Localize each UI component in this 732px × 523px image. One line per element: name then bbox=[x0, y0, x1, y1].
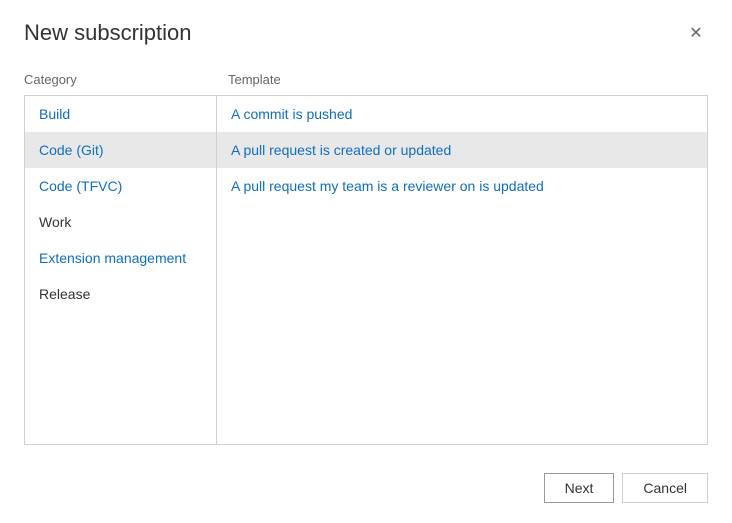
dialog-body: Category Template BuildCode (Git)Code (T… bbox=[0, 56, 732, 461]
category-column-header: Category bbox=[24, 72, 216, 87]
template-item-pull-request-created[interactable]: A pull request is created or updated bbox=[217, 132, 707, 168]
template-column-header: Template bbox=[228, 72, 708, 87]
category-item-extension-management[interactable]: Extension management bbox=[25, 240, 216, 276]
category-list: BuildCode (Git)Code (TFVC)WorkExtension … bbox=[25, 96, 217, 444]
template-item-commit-pushed[interactable]: A commit is pushed bbox=[217, 96, 707, 132]
columns-header: Category Template bbox=[24, 72, 708, 87]
cancel-button[interactable]: Cancel bbox=[622, 473, 708, 503]
dialog-footer: Next Cancel bbox=[0, 461, 732, 523]
template-item-pull-request-reviewer[interactable]: A pull request my team is a reviewer on … bbox=[217, 168, 707, 204]
close-button[interactable]: ✕ bbox=[684, 21, 708, 45]
category-item-code-tfvc[interactable]: Code (TFVC) bbox=[25, 168, 216, 204]
category-item-build[interactable]: Build bbox=[25, 96, 216, 132]
columns-content: BuildCode (Git)Code (TFVC)WorkExtension … bbox=[24, 95, 708, 445]
next-button[interactable]: Next bbox=[544, 473, 615, 503]
category-item-work[interactable]: Work bbox=[25, 204, 216, 240]
dialog-header: New subscription ✕ bbox=[0, 0, 732, 56]
template-list: A commit is pushedA pull request is crea… bbox=[217, 96, 707, 444]
dialog-title: New subscription bbox=[24, 20, 192, 46]
category-item-code-git[interactable]: Code (Git) bbox=[25, 132, 216, 168]
new-subscription-dialog: New subscription ✕ Category Template Bui… bbox=[0, 0, 732, 523]
category-item-release[interactable]: Release bbox=[25, 276, 216, 312]
